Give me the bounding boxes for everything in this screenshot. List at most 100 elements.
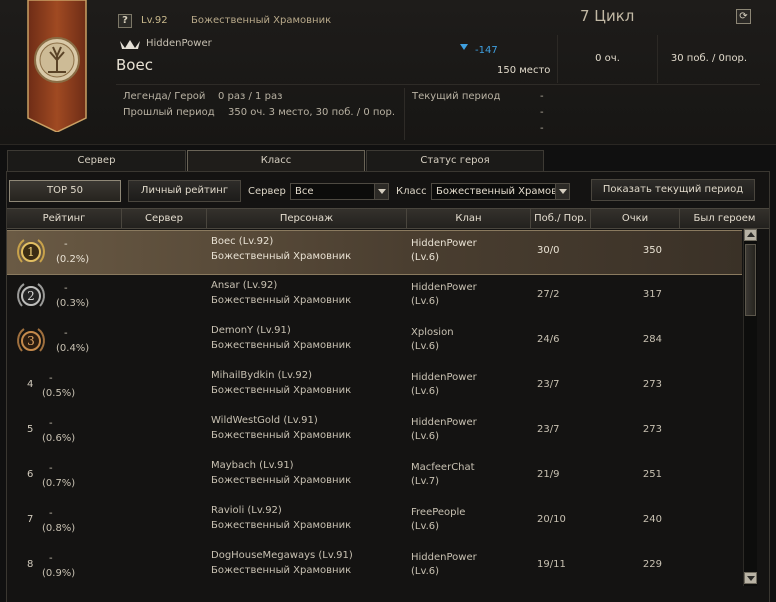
rank-change: - xyxy=(49,418,53,429)
tab-server[interactable]: Сервер xyxy=(7,150,186,172)
clan-level: (Lv.6) xyxy=(411,521,440,532)
chevron-down-icon[interactable] xyxy=(555,184,569,199)
win-loss: 21/9 xyxy=(537,469,560,480)
header-divider xyxy=(116,84,760,85)
clan-level: (Lv.6) xyxy=(411,566,440,577)
clan-name: FreePeople xyxy=(411,507,466,518)
legend-hero-label: Легенда/ Герой xyxy=(123,91,206,102)
character-class: Божественный Храмовник xyxy=(211,430,352,441)
rank-change: - xyxy=(49,508,53,519)
character-class: Божественный Храмовник xyxy=(211,385,352,396)
clan-name: MacfeerChat xyxy=(411,462,475,473)
prev-period-value: 350 оч. 3 место, 30 поб. / 0 пор. xyxy=(228,107,396,118)
col-clan[interactable]: Клан xyxy=(407,209,531,228)
gold-medal-icon: 1 xyxy=(17,239,45,263)
clan-name: HiddenPower xyxy=(411,282,477,293)
table-header: Рейтинг Сервер Персонаж Клан Поб./ Пор. … xyxy=(7,208,769,229)
rank-percent: (0.2%) xyxy=(56,254,90,265)
stats-separator xyxy=(404,88,405,140)
points: 273 xyxy=(642,379,662,390)
rank-change: - xyxy=(64,283,68,294)
class-select[interactable]: Божественный Храмовник xyxy=(431,183,570,200)
points: 284 xyxy=(642,334,662,345)
list-scrollbar[interactable] xyxy=(743,229,757,586)
scroll-down-icon[interactable] xyxy=(744,572,757,584)
win-loss: 30/0 xyxy=(537,245,560,256)
points: 273 xyxy=(642,424,662,435)
rank-percent: (0.6%) xyxy=(42,433,76,444)
tab-class[interactable]: Класс xyxy=(187,150,365,172)
server-select[interactable]: Все xyxy=(290,183,389,200)
character-class: Божественный Храмовник xyxy=(211,520,352,531)
win-loss-summary: 30 поб. / 0пор. xyxy=(658,35,760,83)
col-rating[interactable]: Рейтинг xyxy=(7,209,122,228)
class-emblem-banner xyxy=(27,0,87,132)
personal-rating-button[interactable]: Личный рейтинг xyxy=(128,180,241,202)
character-name: WildWestGold (Lv.91) xyxy=(211,415,318,426)
rank-number: 8 xyxy=(27,559,34,570)
rank-number: 7 xyxy=(27,514,34,525)
rank-number: 5 xyxy=(27,424,34,435)
clan-name: HiddenPower xyxy=(411,417,477,428)
top50-button[interactable]: TOP 50 xyxy=(9,180,121,202)
table-row[interactable]: 4 - (0.5%) MihailBydkin (Lv.92) Божестве… xyxy=(7,365,742,410)
clan-level: (Lv.6) xyxy=(411,431,440,442)
col-character[interactable]: Персонаж xyxy=(207,209,407,228)
refresh-icon[interactable]: ⟳ xyxy=(736,9,751,24)
rank-down-arrow-icon xyxy=(460,44,468,50)
server-select-value: Все xyxy=(295,186,314,197)
rank-change: - xyxy=(49,553,53,564)
tab-hero-status[interactable]: Статус героя xyxy=(366,150,544,172)
clan-level: (Lv.6) xyxy=(411,252,440,263)
col-points[interactable]: Очки xyxy=(591,209,680,228)
current-period-value: - xyxy=(540,107,544,118)
win-loss: 23/7 xyxy=(537,424,560,435)
rank-number: 4 xyxy=(27,379,34,390)
win-loss: 27/2 xyxy=(537,289,560,300)
rank-place: 150 место xyxy=(497,65,551,76)
show-current-period-button[interactable]: Показать текущий период xyxy=(591,179,755,201)
table-row[interactable]: 8 - (0.9%) DogHouseMegaways (Lv.91) Боже… xyxy=(7,545,742,590)
class-filter-label: Класс xyxy=(396,186,427,197)
character-class: Божественный Храмовник xyxy=(211,251,352,262)
character-class: Божественный Храмовник xyxy=(211,475,352,486)
clan-level: (Lv.6) xyxy=(411,296,440,307)
points: 350 xyxy=(642,245,662,256)
table-row[interactable]: 7 - (0.8%) Ravioli (Lv.92) Божественный … xyxy=(7,500,742,545)
player-points: 0 оч. xyxy=(595,53,620,64)
win-loss: 23/7 xyxy=(537,379,560,390)
table-row[interactable]: 1 - (0.2%) Boec (Lv.92) Божественный Хра… xyxy=(7,230,742,275)
table-row[interactable]: 2 - (0.3%) Ansar (Lv.92) Божественный Хр… xyxy=(7,275,742,320)
table-row[interactable]: 3 - (0.4%) DemonY (Lv.91) Божественный Х… xyxy=(7,320,742,365)
table-row[interactable]: 6 - (0.7%) Maybach (Lv.91) Божественный … xyxy=(7,455,742,500)
rank-change: - xyxy=(64,328,68,339)
character-class: Божественный Храмовник xyxy=(211,565,352,576)
table-row[interactable]: 5 - (0.6%) WildWestGold (Lv.91) Божестве… xyxy=(7,410,742,455)
scroll-thumb[interactable] xyxy=(745,244,756,316)
chevron-down-icon[interactable] xyxy=(374,184,388,199)
rank-percent: (0.7%) xyxy=(42,478,76,489)
rank-percent: (0.8%) xyxy=(42,523,76,534)
ranking-header: ? Lv.92 Божественный Храмовник HiddenPow… xyxy=(0,0,776,145)
guild-crest-icon xyxy=(120,40,140,49)
rank-number: 6 xyxy=(27,469,34,480)
rank-percent: (0.3%) xyxy=(56,298,90,309)
player-name: Boec xyxy=(116,56,153,74)
rank-change: - xyxy=(49,373,53,384)
col-was-hero[interactable]: Был героем xyxy=(680,209,769,228)
character-name: Ravioli (Lv.92) xyxy=(211,505,282,516)
points: 229 xyxy=(642,559,662,570)
points: 251 xyxy=(642,469,662,480)
bronze-medal-icon: 3 xyxy=(17,328,45,352)
help-icon[interactable]: ? xyxy=(118,14,132,28)
rank-change: -147 xyxy=(475,45,498,56)
character-name: DemonY (Lv.91) xyxy=(211,325,291,336)
character-class: Божественный Храмовник xyxy=(211,295,352,306)
legend-hero-value: 0 раз / 1 раз xyxy=(218,91,283,102)
rank-percent: (0.4%) xyxy=(56,343,90,354)
current-period-label: Текущий период xyxy=(412,91,501,102)
col-win-loss[interactable]: Поб./ Пор. xyxy=(531,209,591,228)
scroll-up-icon[interactable] xyxy=(744,229,757,241)
col-server[interactable]: Сервер xyxy=(122,209,207,228)
rank-percent: (0.5%) xyxy=(42,388,76,399)
